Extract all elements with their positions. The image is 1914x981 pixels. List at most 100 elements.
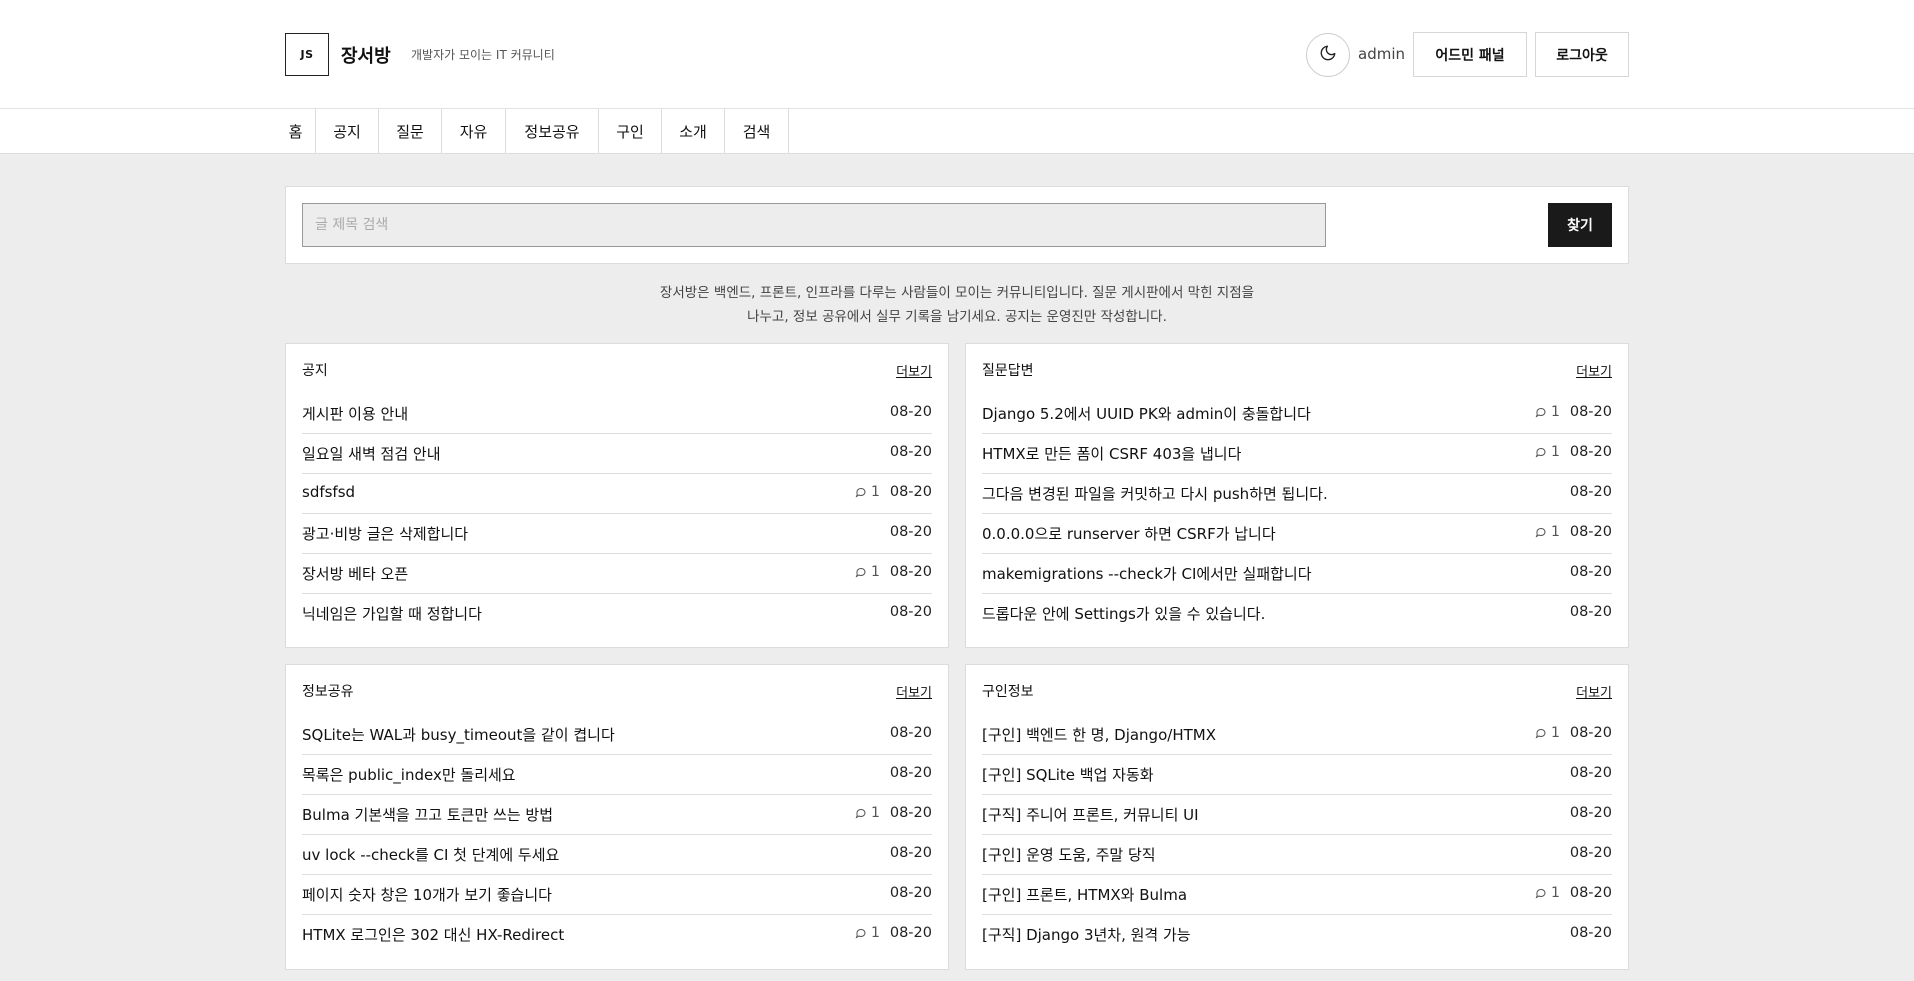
post-row[interactable]: 페이지 숫자 창은 10개가 보기 좋습니다 08-20 [302, 875, 932, 915]
post-date: 08-20 [1569, 765, 1612, 781]
post-title[interactable]: uv lock --check를 CI 첫 단계에 두세요 [302, 844, 559, 865]
post-date: 08-20 [1569, 885, 1612, 901]
nav-item-notice[interactable]: 공지 [316, 109, 379, 153]
post-title[interactable]: SQLite는 WAL과 busy_timeout을 같이 켭니다 [302, 724, 615, 745]
post-row[interactable]: [구인] 백엔드 한 명, Django/HTMX 1 08-20 [982, 715, 1612, 755]
nav-item-home[interactable]: 홈 [276, 109, 316, 153]
post-title[interactable]: 페이지 숫자 창은 10개가 보기 좋습니다 [302, 884, 552, 905]
post-date: 08-20 [889, 444, 932, 460]
board-qna: 질문답변 더보기 Django 5.2에서 UUID PK와 admin이 충돌합니… [965, 343, 1629, 648]
post-row[interactable]: 닉네임은 가입할 때 정합니다 08-20 [302, 594, 932, 634]
search-input[interactable] [302, 203, 1326, 247]
post-title[interactable]: 장서방 베타 오픈 [302, 563, 408, 584]
post-title[interactable]: [구인] 프론트, HTMX와 Bulma [982, 884, 1187, 905]
nav-item-free[interactable]: 자유 [442, 109, 506, 153]
post-meta: 08-20 [890, 604, 932, 620]
post-date: 08-20 [889, 845, 932, 861]
post-title[interactable]: Bulma 기본색을 끄고 토큰만 쓰는 방법 [302, 804, 553, 825]
comment-icon [855, 566, 871, 578]
board-header: 정보공유 더보기 [302, 681, 932, 701]
post-title[interactable]: [구직] Django 3년차, 원격 가능 [982, 924, 1191, 945]
post-date: 08-20 [1569, 725, 1612, 741]
site-logo[interactable]: JS [285, 33, 329, 76]
nav-item-info-share[interactable]: 정보공유 [506, 109, 599, 153]
post-title[interactable]: 그다음 변경된 파일을 커밋하고 다시 push하면 됩니다. [982, 483, 1328, 504]
post-row[interactable]: 장서방 베타 오픈 1 08-20 [302, 554, 932, 594]
post-title[interactable]: sdfsfsd [302, 483, 355, 501]
post-row[interactable]: [구인] SQLite 백업 자동화 08-20 [982, 755, 1612, 795]
post-title[interactable]: [구인] 운영 도움, 주말 당직 [982, 844, 1156, 865]
board-more-link[interactable]: 더보기 [896, 361, 932, 380]
post-row[interactable]: HTMX 로그인은 302 대신 HX-Redirect 1 08-20 [302, 915, 932, 955]
post-row[interactable]: HTMX로 만든 폼이 CSRF 403을 냅니다 1 08-20 [982, 434, 1612, 474]
post-row[interactable]: 목록은 public_index만 돌리세요 08-20 [302, 755, 932, 795]
post-title[interactable]: 일요일 새벽 점검 안내 [302, 443, 441, 464]
admin-panel-button[interactable]: 어드민 패널 [1413, 32, 1527, 77]
post-row[interactable]: [구직] 주니어 프론트, 커뮤니티 UI 08-20 [982, 795, 1612, 835]
post-title[interactable]: HTMX로 만든 폼이 CSRF 403을 냅니다 [982, 443, 1241, 464]
post-date: 08-20 [1569, 484, 1612, 500]
post-row[interactable]: 일요일 새벽 점검 안내 08-20 [302, 434, 932, 474]
logout-button[interactable]: 로그아웃 [1535, 32, 1629, 77]
site-name[interactable]: 장서방 [341, 42, 391, 68]
post-title[interactable]: Django 5.2에서 UUID PK와 admin이 충돌합니다 [982, 403, 1311, 424]
post-title[interactable]: [구인] SQLite 백업 자동화 [982, 764, 1154, 785]
post-title[interactable]: [구인] 백엔드 한 명, Django/HTMX [982, 724, 1216, 745]
board-more-link[interactable]: 더보기 [896, 682, 932, 701]
post-row[interactable]: 드롭다운 안에 Settings가 있을 수 있습니다. 08-20 [982, 594, 1612, 634]
post-meta: 08-20 [1570, 925, 1612, 941]
board-title: 공지 [302, 363, 328, 379]
comment-count: 1 [855, 805, 880, 821]
comment-icon [1535, 887, 1551, 899]
theme-toggle-button[interactable] [1306, 33, 1350, 77]
nav-item-question[interactable]: 질문 [379, 109, 442, 153]
comment-count: 1 [1535, 725, 1560, 741]
post-row[interactable]: 그다음 변경된 파일을 커밋하고 다시 push하면 됩니다. 08-20 [982, 474, 1612, 514]
post-row[interactable]: makemigrations --check가 CI에서만 실패합니다 08-20 [982, 554, 1612, 594]
post-meta: 08-20 [1570, 805, 1612, 821]
post-row[interactable]: [구직] Django 3년차, 원격 가능 08-20 [982, 915, 1612, 955]
nav-item-about[interactable]: 소개 [662, 109, 725, 153]
post-row[interactable]: sdfsfsd 1 08-20 [302, 474, 932, 514]
comment-count: 1 [855, 925, 880, 941]
post-title[interactable]: 목록은 public_index만 돌리세요 [302, 764, 516, 785]
post-title[interactable]: 0.0.0.0으로 runserver 하면 CSRF가 납니다 [982, 523, 1276, 544]
post-title[interactable]: HTMX 로그인은 302 대신 HX-Redirect [302, 924, 564, 945]
comment-count: 1 [1535, 444, 1560, 460]
post-date: 08-20 [1569, 524, 1612, 540]
post-meta: 1 08-20 [855, 564, 932, 580]
board-info-share: 정보공유 더보기 SQLite는 WAL과 busy_timeout을 같이 켭니다… [285, 664, 949, 970]
post-title[interactable]: [구직] 주니어 프론트, 커뮤니티 UI [982, 804, 1199, 825]
post-title[interactable]: 드롭다운 안에 Settings가 있을 수 있습니다. [982, 603, 1265, 624]
nav-item-search[interactable]: 검색 [725, 109, 789, 153]
post-row[interactable]: Bulma 기본색을 끄고 토큰만 쓰는 방법 1 08-20 [302, 795, 932, 835]
post-list: Django 5.2에서 UUID PK와 admin이 충돌합니다 1 08-20… [982, 394, 1612, 634]
post-row[interactable]: Django 5.2에서 UUID PK와 admin이 충돌합니다 1 08-20 [982, 394, 1612, 434]
post-date: 08-20 [889, 604, 932, 620]
board-more-link[interactable]: 더보기 [1576, 361, 1612, 380]
nav-item-jobs[interactable]: 구인 [599, 109, 662, 153]
post-row[interactable]: 게시판 이용 안내 08-20 [302, 394, 932, 434]
post-row[interactable]: 0.0.0.0으로 runserver 하면 CSRF가 납니다 1 08-20 [982, 514, 1612, 554]
post-meta: 08-20 [890, 524, 932, 540]
board-more-link[interactable]: 더보기 [1576, 682, 1612, 701]
comment-icon [1535, 526, 1551, 538]
post-row[interactable]: SQLite는 WAL과 busy_timeout을 같이 켭니다 08-20 [302, 715, 932, 755]
post-date: 08-20 [889, 404, 932, 420]
search-button[interactable]: 찾기 [1548, 203, 1612, 247]
post-title[interactable]: 광고·비방 글은 삭제합니다 [302, 523, 468, 544]
comment-icon [1535, 727, 1551, 739]
post-date: 08-20 [1569, 805, 1612, 821]
post-title[interactable]: makemigrations --check가 CI에서만 실패합니다 [982, 563, 1312, 584]
post-row[interactable]: [구인] 운영 도움, 주말 당직 08-20 [982, 835, 1612, 875]
post-row[interactable]: [구인] 프론트, HTMX와 Bulma 1 08-20 [982, 875, 1612, 915]
post-meta: 1 08-20 [1535, 524, 1612, 540]
post-row[interactable]: 광고·비방 글은 삭제합니다 08-20 [302, 514, 932, 554]
post-meta: 08-20 [890, 845, 932, 861]
post-title[interactable]: 게시판 이용 안내 [302, 403, 408, 424]
post-meta: 08-20 [890, 404, 932, 420]
post-row[interactable]: uv lock --check를 CI 첫 단계에 두세요 08-20 [302, 835, 932, 875]
post-date: 08-20 [1569, 845, 1612, 861]
post-title[interactable]: 닉네임은 가입할 때 정합니다 [302, 603, 482, 624]
post-meta: 08-20 [890, 444, 932, 460]
